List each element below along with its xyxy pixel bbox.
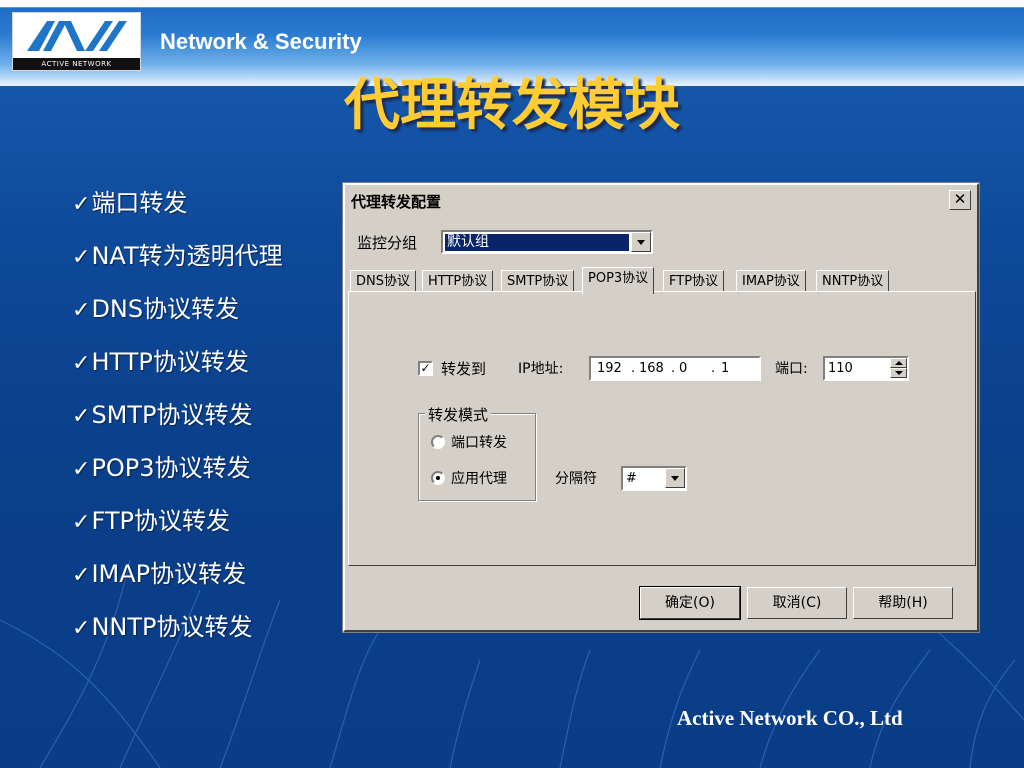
chevron-down-icon[interactable]: [631, 232, 651, 252]
check-icon: ✓: [72, 298, 91, 323]
tab-smtp[interactable]: SMTP协议: [501, 270, 575, 293]
check-icon: ✓: [72, 457, 91, 482]
ip-octet-1: 192: [597, 361, 622, 376]
forward-mode-title: 转发模式: [425, 404, 492, 425]
check-icon: ✓: [72, 351, 91, 376]
ip-dot: .: [631, 361, 636, 376]
chevron-down-icon[interactable]: [665, 468, 685, 488]
dialog-titlebar[interactable]: 代理转发配置 ✕: [347, 187, 975, 212]
port-spinner: [890, 358, 907, 379]
dialog-title: 代理转发配置: [351, 193, 442, 211]
spin-up-icon[interactable]: [890, 358, 907, 368]
list-item: ✓端口转发: [72, 189, 188, 217]
radio-port-forward[interactable]: [431, 435, 445, 449]
forward-checkbox[interactable]: ✓: [418, 361, 433, 376]
forward-mode-group: 转发模式 端口转发 应用代理: [418, 404, 536, 501]
monitor-group-label: 监控分组: [357, 234, 418, 252]
ip-octet-4: 1: [721, 361, 730, 376]
brand-text: Network & Security: [160, 29, 362, 54]
company-name: Active Network CO., Ltd: [677, 706, 903, 730]
ip-address-field[interactable]: 192 . 168 . 0 . 1: [589, 356, 761, 381]
list-item: ✓NAT转为透明代理: [72, 242, 283, 270]
ip-dot: .: [711, 361, 716, 376]
logo-mark-icon: [27, 21, 127, 51]
radio-port-forward-label: 端口转发: [451, 435, 507, 451]
check-icon: ✓: [72, 404, 91, 429]
ip-label: IP地址:: [518, 361, 564, 377]
list-item: ✓SMTP协议转发: [72, 401, 253, 429]
list-item: ✓IMAP协议转发: [72, 560, 247, 588]
cancel-button[interactable]: 取消(C): [747, 587, 847, 619]
tab-panel-pop3: ✓ 转发到 IP地址: 192 . 168 . 0 . 1 端口: 110 转发…: [348, 291, 976, 566]
tab-http[interactable]: HTTP协议: [422, 270, 494, 293]
proxy-config-dialog: 代理转发配置 ✕ 监控分组 默认组 DNS协议 HTTP协议 SMTP协议 PO…: [342, 182, 980, 633]
list-item: ✓POP3协议转发: [72, 454, 251, 482]
radio-app-proxy-label: 应用代理: [451, 471, 507, 487]
check-icon: ✓: [72, 245, 91, 270]
feature-list: ✓端口转发 ✓NAT转为透明代理 ✓DNS协议转发 ✓HTTP协议转发 ✓SMT…: [72, 186, 302, 663]
tab-nntp[interactable]: NNTP协议: [816, 270, 890, 293]
ok-button[interactable]: 确定(O): [639, 586, 741, 620]
monitor-group-select[interactable]: 默认组: [441, 230, 653, 254]
ip-octet-2: 168: [639, 361, 664, 376]
tab-pop3[interactable]: POP3协议: [582, 267, 655, 294]
ip-dot: .: [671, 361, 676, 376]
list-item: ✓DNS协议转发: [72, 295, 240, 323]
forward-label: 转发到: [441, 360, 487, 378]
tab-imap[interactable]: IMAP协议: [736, 270, 806, 293]
list-item: ✓FTP协议转发: [72, 507, 230, 535]
tab-ftp[interactable]: FTP协议: [663, 270, 725, 293]
separator-value: #: [626, 471, 637, 486]
separator-label: 分隔符: [555, 471, 597, 487]
close-icon[interactable]: ✕: [949, 190, 971, 210]
port-value: 110: [828, 361, 853, 376]
check-icon: ✓: [72, 616, 91, 641]
spin-down-icon[interactable]: [890, 368, 907, 378]
radio-app-proxy[interactable]: [431, 471, 445, 485]
tab-dns[interactable]: DNS协议: [350, 270, 416, 293]
check-icon: ✓: [72, 510, 91, 535]
check-icon: ✓: [72, 192, 91, 217]
port-stepper[interactable]: 110: [823, 356, 909, 381]
monitor-group-value: 默认组: [445, 234, 629, 251]
check-icon: ✓: [72, 563, 91, 588]
separator-select[interactable]: #: [621, 466, 687, 491]
help-button[interactable]: 帮助(H): [853, 587, 953, 619]
list-item: ✓NNTP协议转发: [72, 613, 253, 641]
port-label: 端口:: [775, 361, 808, 377]
list-item: ✓HTTP协议转发: [72, 348, 249, 376]
ip-octet-3: 0: [679, 361, 688, 376]
page-title: 代理转发模块: [344, 73, 680, 138]
checkmark-icon: ✓: [420, 361, 431, 375]
